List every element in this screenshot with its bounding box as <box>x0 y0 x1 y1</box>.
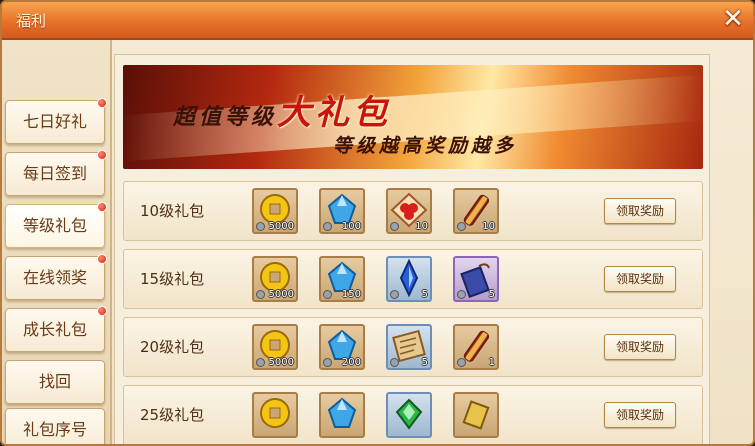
item-count: 200 <box>341 357 361 368</box>
blue-gem-icon[interactable]: 150 <box>319 256 365 302</box>
banner-subtitle: 等级越高奖励越多 <box>333 135 518 157</box>
item-count: 5000 <box>268 289 294 300</box>
reward-row-label: 10级礼包 <box>140 202 205 220</box>
reward-row-label: 20级礼包 <box>140 338 205 356</box>
alert-dot-icon <box>97 150 107 160</box>
sidebar-item-label: 七日好礼 <box>22 112 87 131</box>
alert-dot-icon <box>97 98 107 108</box>
currency-mark-icon <box>256 222 265 231</box>
level-gift-banner: 超值等级大礼包 等级越高奖励越多 <box>123 65 703 169</box>
scroll-icon[interactable]: 10 <box>453 188 499 234</box>
close-icon[interactable]: ✕ <box>717 4 749 36</box>
item-count: 1 <box>488 357 495 368</box>
sidebar-item-online-reward[interactable]: 在线领奖 <box>5 254 107 300</box>
copper-coin-icon[interactable]: 5000 <box>252 256 298 302</box>
claim-reward-button[interactable]: 领取奖励 <box>604 334 676 360</box>
reward-list-panel[interactable]: 超值等级大礼包 等级越高奖励越多 10级礼包 5000 100 10 10 领取… <box>114 54 710 444</box>
currency-mark-icon <box>256 290 265 299</box>
scroll-icon[interactable]: 1 <box>453 324 499 370</box>
item-count: 5 <box>421 289 428 300</box>
sidebar-item-seven-day-gift[interactable]: 七日好礼 <box>5 98 107 144</box>
item-count: 5000 <box>268 221 294 232</box>
alert-dot-icon <box>97 254 107 264</box>
blue-gem-icon[interactable] <box>319 392 365 438</box>
currency-mark-icon <box>390 222 399 231</box>
sidebar-item-label: 每日签到 <box>22 164 87 183</box>
claim-reward-button[interactable]: 领取奖励 <box>604 402 676 428</box>
claim-reward-button[interactable]: 领取奖励 <box>604 266 676 292</box>
reward-row-label: 25级礼包 <box>140 406 205 424</box>
copper-coin-icon[interactable] <box>252 392 298 438</box>
blue-gem-icon[interactable]: 200 <box>319 324 365 370</box>
map-scroll-icon[interactable]: 5 <box>386 324 432 370</box>
purple-token-icon[interactable]: 5 <box>453 256 499 302</box>
banner-title: 超值等级大礼包 <box>173 85 391 134</box>
currency-mark-icon <box>256 358 265 367</box>
welfare-window: 福利 ✕ 七日好礼 每日签到 等级礼包 在线领奖 成长礼包 找回 礼包序号 超值… <box>0 0 755 446</box>
blue-crystal-icon[interactable]: 5 <box>386 256 432 302</box>
item-count: 10 <box>482 221 495 232</box>
item-count: 100 <box>341 221 361 232</box>
sidebar-item-label: 找回 <box>38 372 71 391</box>
item-count: 150 <box>341 289 361 300</box>
alert-dot-icon <box>97 306 107 316</box>
currency-mark-icon <box>457 358 466 367</box>
sidebar-item-level-gift[interactable]: 等级礼包 <box>5 202 107 248</box>
sidebar-item-label: 在线领奖 <box>22 268 87 287</box>
currency-mark-icon <box>457 290 466 299</box>
item-count: 5 <box>488 289 495 300</box>
green-gem-icon[interactable] <box>386 392 432 438</box>
item-count: 10 <box>415 221 428 232</box>
banner-title-highlight: 大礼包 <box>277 93 392 133</box>
sidebar-item-label: 成长礼包 <box>22 320 87 339</box>
reward-row-label: 15级礼包 <box>140 270 205 288</box>
window-title: 福利 <box>16 12 47 30</box>
sidebar-item-label: 等级礼包 <box>22 216 87 235</box>
sidebar-item-gift-code[interactable]: 礼包序号 <box>5 408 105 444</box>
copper-coin-icon[interactable]: 5000 <box>252 188 298 234</box>
reward-row-level-20: 20级礼包 5000 200 5 1 领取奖励 <box>123 317 703 377</box>
reward-row-level-15: 15级礼包 5000 150 5 5 领取奖励 <box>123 249 703 309</box>
currency-mark-icon <box>323 290 332 299</box>
sidebar-item-daily-checkin[interactable]: 每日签到 <box>5 150 107 196</box>
currency-mark-icon <box>390 358 399 367</box>
currency-mark-icon <box>390 290 399 299</box>
copper-coin-icon[interactable]: 5000 <box>252 324 298 370</box>
claim-reward-button[interactable]: 领取奖励 <box>604 198 676 224</box>
banner-title-prefix: 超值等级 <box>173 104 278 130</box>
sidebar: 七日好礼 每日签到 等级礼包 在线领奖 成长礼包 找回 礼包序号 <box>2 40 112 444</box>
currency-mark-icon <box>323 358 332 367</box>
sidebar-item-growth-gift[interactable]: 成长礼包 <box>5 306 107 352</box>
currency-mark-icon <box>457 222 466 231</box>
alert-dot-icon <box>97 202 107 212</box>
gold-token-icon[interactable] <box>453 392 499 438</box>
sidebar-item-label: 礼包序号 <box>22 420 87 439</box>
item-count: 5000 <box>268 357 294 368</box>
reward-row-level-25: 25级礼包 领取奖励 <box>123 385 703 444</box>
sidebar-item-retrieve[interactable]: 找回 <box>5 360 105 404</box>
blue-gem-icon[interactable]: 100 <box>319 188 365 234</box>
title-bar: 福利 ✕ <box>2 2 753 40</box>
item-count: 5 <box>421 357 428 368</box>
currency-mark-icon <box>323 222 332 231</box>
reward-row-level-10: 10级礼包 5000 100 10 10 领取奖励 <box>123 181 703 241</box>
red-fruit-icon[interactable]: 10 <box>386 188 432 234</box>
